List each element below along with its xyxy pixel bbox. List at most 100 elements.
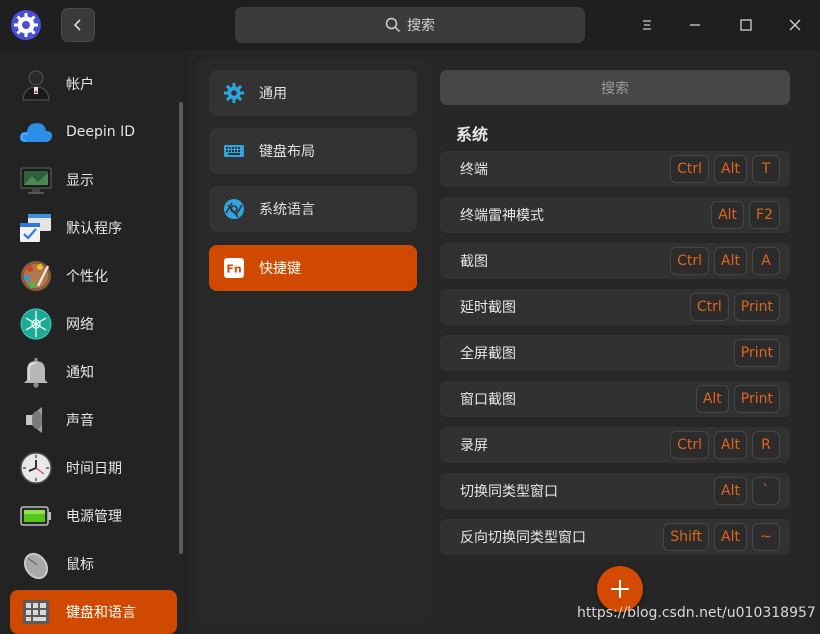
shortcut-row[interactable]: 延时截图 Ctrl Print	[440, 289, 790, 325]
sidebar-item-label: 声音	[66, 413, 94, 429]
shortcut-key: Alt	[714, 431, 747, 459]
shortcut-key: Print	[733, 293, 780, 321]
account-icon	[22, 70, 50, 101]
shortcut-key: Alt	[711, 201, 745, 229]
shortcut-keys[interactable]: Alt F2	[711, 201, 780, 229]
shortcut-row[interactable]: 窗口截图 Alt Print	[440, 381, 790, 417]
watermark-text: https://blog.csdn.net/u010318957	[577, 605, 816, 621]
minimize-icon	[690, 24, 700, 26]
shortcut-key: Print	[733, 385, 780, 413]
sidebar-item-notification[interactable]: 通知	[10, 350, 177, 394]
minimize-button[interactable]	[680, 10, 710, 40]
sidebar-item-display[interactable]: 显示	[10, 158, 177, 202]
title-search-box[interactable]: 搜索	[235, 7, 585, 43]
shortcut-key: F2	[749, 201, 780, 229]
maximize-button[interactable]	[731, 10, 761, 40]
menu-icon	[643, 20, 651, 30]
sidebar-item-label: 个性化	[66, 269, 108, 285]
shortcut-key: R	[752, 431, 780, 459]
sidebar-item-power[interactable]: 电源管理	[10, 494, 177, 538]
shortcut-key: Ctrl	[689, 293, 729, 321]
back-button[interactable]	[61, 8, 95, 42]
shortcut-label: 延时截图	[460, 300, 516, 316]
shortcut-label: 截图	[460, 254, 488, 270]
subcategory-system-language[interactable]: 系统语言	[209, 186, 417, 232]
shortcut-keys[interactable]: Alt Print	[695, 385, 780, 413]
subcategory-label: 键盘布局	[259, 144, 315, 160]
keyboard-icon	[224, 145, 244, 157]
shortcut-keys[interactable]: Shift Alt ~	[663, 523, 780, 551]
title-search-label: 搜索	[407, 18, 435, 34]
shortcut-label: 切换同类型窗口	[460, 484, 558, 500]
shortcut-search-input[interactable]: 搜索	[440, 70, 790, 105]
shortcut-row[interactable]: 全屏截图 Print	[440, 335, 790, 371]
sidebar-item-network[interactable]: 网络	[10, 302, 177, 346]
shortcut-key: Ctrl	[670, 155, 710, 183]
shortcut-key: ~	[752, 523, 780, 551]
shortcut-keys[interactable]: Ctrl Print	[689, 293, 780, 321]
plus-icon	[611, 580, 629, 598]
shortcut-key: T	[752, 155, 780, 183]
shortcut-key: Ctrl	[670, 247, 710, 275]
sidebar-scrollbar[interactable]	[179, 102, 183, 554]
sidebar-item-keyboard-language[interactable]: 键盘和语言	[10, 590, 177, 634]
sidebar-item-deepin-id[interactable]: Deepin ID	[10, 110, 177, 154]
bell-icon	[24, 358, 48, 388]
sidebar-item-sound[interactable]: 声音	[10, 398, 177, 442]
sidebar-item-label: 电源管理	[66, 509, 122, 525]
shortcut-row[interactable]: 终端 Ctrl Alt T	[440, 151, 790, 187]
shortcut-key: A	[752, 247, 780, 275]
menu-button[interactable]	[632, 10, 662, 40]
mouse-icon	[23, 552, 49, 580]
shortcut-key: Ctrl	[670, 431, 710, 459]
sidebar-item-label: 鼠标	[66, 557, 94, 573]
sidebar-item-account[interactable]: 帐户	[10, 62, 177, 106]
shortcut-row[interactable]: 录屏 Ctrl Alt R	[440, 427, 790, 463]
shortcut-keys[interactable]: Ctrl Alt A	[670, 247, 780, 275]
sidebar-item-label: 时间日期	[66, 461, 122, 477]
sidebar-item-label: 通知	[66, 365, 94, 381]
shortcut-keys[interactable]: Print	[733, 339, 780, 367]
subcategory-keyboard-layout[interactable]: 键盘布局	[209, 128, 417, 174]
subcategory-panel: 通用 键盘布局 系统语言 Fn 快捷键	[197, 58, 429, 624]
shortcut-row[interactable]: 切换同类型窗口 Alt `	[440, 473, 790, 509]
sidebar-item-datetime[interactable]: 时间日期	[10, 446, 177, 490]
shortcut-key: Alt	[714, 247, 747, 275]
shortcut-row[interactable]: 反向切换同类型窗口 Shift Alt ~	[440, 519, 790, 555]
sidebar-item-label: 网络	[66, 317, 94, 333]
shortcut-search-placeholder: 搜索	[601, 80, 629, 97]
shortcut-keys[interactable]: Ctrl Alt T	[670, 155, 780, 183]
shortcut-key: Alt	[695, 385, 729, 413]
sidebar-item-personalization[interactable]: 个性化	[10, 254, 177, 298]
shortcut-key: Alt	[714, 155, 747, 183]
shortcut-label: 录屏	[460, 438, 488, 454]
shortcut-key: Print	[733, 339, 780, 367]
shortcut-label: 反向切换同类型窗口	[460, 530, 586, 546]
shortcut-keys[interactable]: Alt `	[714, 477, 780, 505]
sidebar: 帐户 Deepin ID 显示 默认程序 个性化 网络 通知 声音 时间日期 电…	[0, 50, 188, 634]
fn-key-icon: Fn	[224, 258, 244, 278]
sidebar-item-default-apps[interactable]: 默认程序	[10, 206, 177, 250]
keyboard-language-icon	[23, 600, 49, 624]
close-button[interactable]	[780, 10, 810, 40]
speaker-icon	[26, 407, 42, 433]
sidebar-item-label: 默认程序	[66, 221, 122, 237]
shortcut-row[interactable]: 截图 Ctrl Alt A	[440, 243, 790, 279]
sidebar-item-label: Deepin ID	[66, 124, 136, 140]
shortcut-row[interactable]: 终端雷神模式 Alt F2	[440, 197, 790, 233]
shortcut-keys[interactable]: Ctrl Alt R	[670, 431, 780, 459]
sidebar-item-label: 帐户	[66, 77, 94, 93]
sidebar-item-label: 显示	[66, 173, 94, 189]
gear-icon	[224, 83, 244, 103]
sidebar-item-mouse[interactable]: 鼠标	[10, 542, 177, 586]
palette-icon	[21, 261, 51, 291]
shortcut-key: Alt	[714, 523, 747, 551]
subcategory-shortcuts[interactable]: Fn 快捷键	[209, 245, 417, 291]
settings-window: 搜索 帐户 Deepin ID 显示 默认程序 个性化 网络 通知 声音 时间日…	[0, 0, 820, 634]
shortcut-key: Shift	[663, 523, 710, 551]
subcategory-general[interactable]: 通用	[209, 70, 417, 116]
maximize-icon	[740, 19, 752, 31]
language-icon	[224, 199, 244, 219]
battery-icon	[20, 506, 51, 526]
display-icon	[20, 167, 52, 194]
